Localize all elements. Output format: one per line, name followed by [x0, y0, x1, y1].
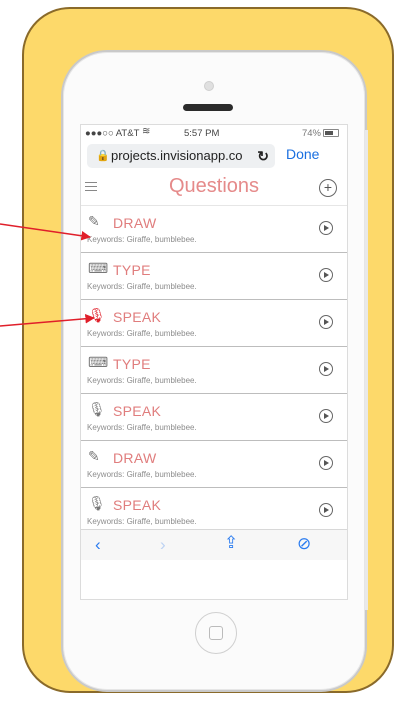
arrow-to-draw	[0, 223, 91, 241]
arrow-to-speak	[0, 313, 95, 327]
annotation-arrows	[0, 223, 95, 327]
